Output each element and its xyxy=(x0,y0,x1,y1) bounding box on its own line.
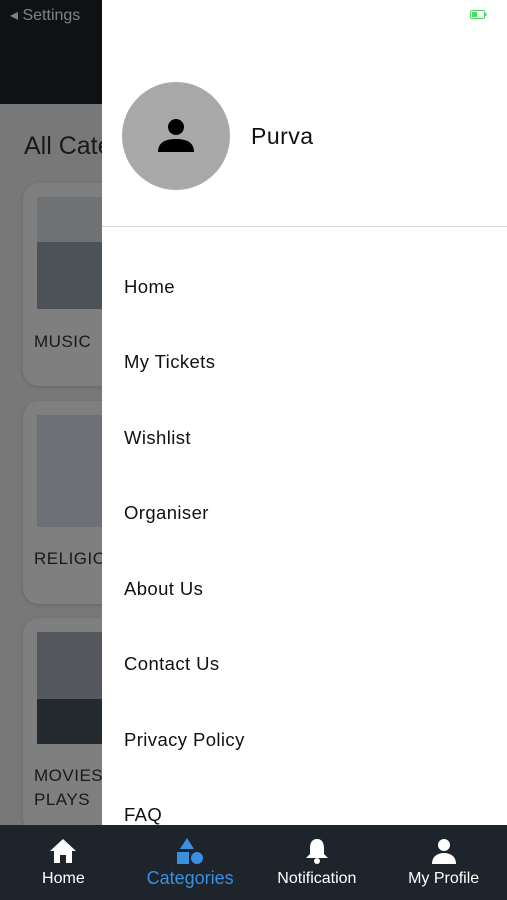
menu-item-wishlist[interactable]: Wishlist xyxy=(102,400,507,476)
nav-label: Home xyxy=(42,870,85,887)
user-name: Purva xyxy=(251,123,314,149)
menu-item-home[interactable]: Home xyxy=(102,249,507,325)
menu-item-organiser[interactable]: Organiser xyxy=(102,476,507,552)
drawer-menu: Home My Tickets Wishlist Organiser About… xyxy=(102,249,507,825)
drawer-header: Purva xyxy=(102,0,507,227)
nav-home[interactable]: Home xyxy=(0,825,127,900)
nav-notification[interactable]: Notification xyxy=(254,825,381,900)
nav-label: My Profile xyxy=(408,870,480,887)
menu-item-about-us[interactable]: About Us xyxy=(102,551,507,627)
home-icon xyxy=(49,837,77,865)
menu-item-privacy-policy[interactable]: Privacy Policy xyxy=(102,702,507,778)
person-icon xyxy=(158,119,194,152)
menu-item-contact-us[interactable]: Contact Us xyxy=(102,627,507,703)
nav-label: Categories xyxy=(146,868,234,888)
nav-label: Notification xyxy=(277,870,357,887)
menu-item-my-tickets[interactable]: My Tickets xyxy=(102,325,507,401)
navigation-drawer: Purva Home My Tickets Wishlist Organiser… xyxy=(102,0,507,825)
menu-item-faq[interactable]: FAQ xyxy=(102,778,507,825)
avatar[interactable] xyxy=(122,82,230,190)
bell-icon xyxy=(304,837,330,865)
nav-categories[interactable]: Categories xyxy=(127,825,254,900)
nav-my-profile[interactable]: My Profile xyxy=(380,825,507,900)
bottom-navigation: Home Categories Notification My Profile xyxy=(0,825,507,900)
person-icon xyxy=(431,837,457,865)
categories-icon xyxy=(176,837,204,865)
